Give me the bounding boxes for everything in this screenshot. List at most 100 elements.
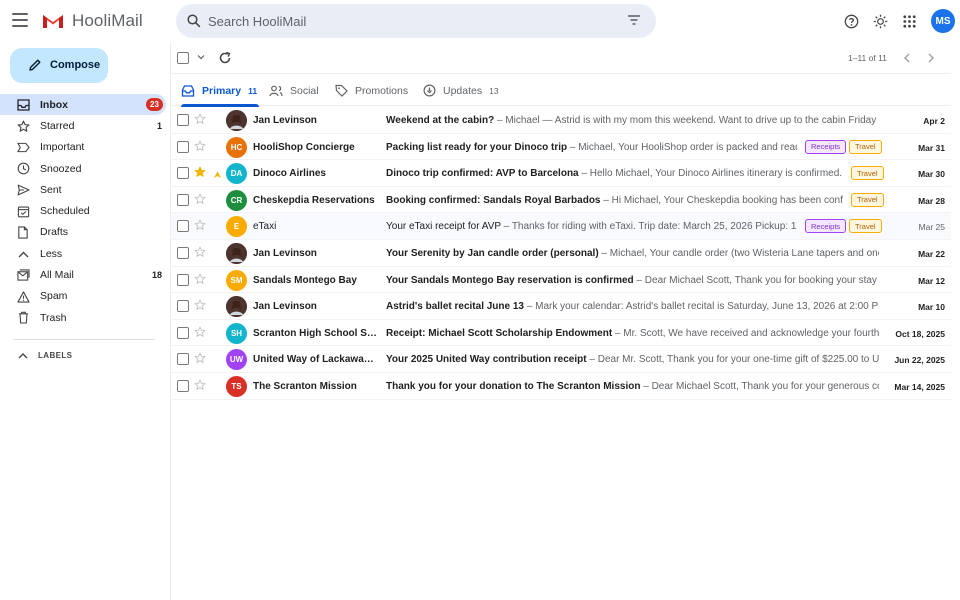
- row-checkbox[interactable]: [177, 273, 189, 286]
- email-row[interactable]: SH Scranton High School Scholarship Fund R…: [171, 320, 951, 347]
- row-checkbox[interactable]: [177, 379, 189, 392]
- email-date: Mar 25: [918, 222, 945, 233]
- row-checkbox[interactable]: [177, 193, 189, 206]
- tab-social[interactable]: Social: [269, 75, 319, 106]
- tab-promotions[interactable]: Promotions: [335, 75, 408, 106]
- row-checkbox[interactable]: [177, 246, 189, 259]
- star-icon[interactable]: [194, 113, 206, 128]
- email-snippet: Thanks for riding with eTaxi. Trip date:…: [511, 221, 797, 233]
- email-subject: Receipt: Michael Scott Scholarship Endow…: [386, 327, 613, 339]
- inbox-icon: [16, 98, 30, 112]
- settings-icon[interactable]: [870, 11, 890, 31]
- email-snippet: Michael — Astrid is with my mom this wee…: [505, 115, 879, 126]
- sidebar-item-snoozed[interactable]: Snoozed: [0, 158, 166, 179]
- email-list: Jan Levinson Weekend at the cabin? – Mich…: [171, 107, 951, 400]
- label-chip-receipts[interactable]: Receipts: [805, 139, 847, 154]
- row-checkbox[interactable]: [177, 353, 189, 366]
- email-subject: Your Sandals Montego Bay reservation is …: [386, 274, 634, 286]
- sidebar-item-label: Inbox: [40, 98, 68, 111]
- starred-icon[interactable]: [194, 166, 206, 181]
- previous-page-icon[interactable]: [903, 53, 911, 63]
- row-checkbox[interactable]: [177, 300, 189, 313]
- subject-separator: –: [567, 141, 579, 153]
- sidebar-item-inbox[interactable]: Inbox 23: [0, 94, 166, 116]
- email-row[interactable]: DA Dinoco Airlines Dinoco trip confirmed: …: [171, 160, 951, 187]
- sender-avatar: TS: [226, 375, 247, 397]
- label-chip-travel[interactable]: Travel: [851, 192, 884, 207]
- subject-separator: –: [600, 194, 612, 206]
- apps-grid-icon[interactable]: [899, 11, 919, 31]
- sidebar-item-label: Important: [40, 141, 85, 154]
- sidebar-item-label: Spam: [40, 290, 68, 303]
- app-logo[interactable]: HooliMail: [42, 11, 143, 31]
- email-date: Mar 31: [918, 142, 945, 153]
- email-row[interactable]: UW United Way of Lackawanna County Your 20…: [171, 346, 951, 373]
- sender-avatar: [226, 242, 247, 264]
- email-subject: Thank you for your donation to The Scran…: [386, 380, 641, 392]
- sidebar-item-drafts[interactable]: Drafts: [0, 222, 166, 243]
- send-icon: [16, 183, 30, 197]
- label-chip-receipts[interactable]: Receipts: [805, 219, 847, 234]
- email-row[interactable]: HC HooliShop Concierge Packing list ready …: [171, 134, 951, 161]
- next-page-icon[interactable]: [927, 53, 935, 63]
- email-row[interactable]: Jan Levinson Your Serenity by Jan candle …: [171, 240, 951, 267]
- star-icon[interactable]: [194, 219, 206, 234]
- email-date: Apr 2: [923, 116, 945, 126]
- email-row[interactable]: SM Sandals Montego Bay Your Sandals Monteg…: [171, 267, 951, 294]
- sidebar-item-starred[interactable]: Starred 1: [0, 115, 166, 136]
- row-checkbox[interactable]: [177, 140, 189, 153]
- star-icon[interactable]: [194, 352, 206, 367]
- refresh-icon[interactable]: [218, 51, 232, 65]
- email-row[interactable]: TS The Scranton Mission Thank you for your…: [171, 373, 951, 400]
- label-chip-travel[interactable]: Travel: [849, 219, 882, 234]
- tab-updates[interactable]: Updates 13: [423, 75, 499, 106]
- star-icon[interactable]: [194, 140, 206, 155]
- email-preview: Weekend at the cabin? – Michael — Astrid…: [386, 115, 879, 126]
- sidebar-item-scheduled[interactable]: Scheduled: [0, 200, 166, 221]
- email-date: Mar 12: [918, 275, 945, 286]
- star-icon[interactable]: [194, 326, 206, 341]
- sender-avatar: SH: [226, 322, 247, 344]
- select-all-checkbox[interactable]: [177, 52, 189, 64]
- scheduled-icon: [16, 204, 30, 218]
- compose-button[interactable]: Compose: [10, 48, 108, 83]
- email-preview: Dinoco trip confirmed: AVP to Barcelona …: [386, 168, 843, 179]
- help-icon[interactable]: [841, 11, 861, 31]
- sidebar-item-trash[interactable]: Trash: [0, 307, 166, 328]
- important-marker-icon[interactable]: [213, 167, 222, 182]
- sender-avatar: [226, 110, 247, 131]
- sidebar-item-less[interactable]: Less: [0, 243, 166, 264]
- row-checkbox[interactable]: [177, 220, 189, 233]
- filter-options-icon[interactable]: [628, 15, 640, 25]
- account-avatar[interactable]: MS: [931, 9, 955, 33]
- label-chip-travel[interactable]: Travel: [851, 166, 884, 181]
- sidebar-item-spam[interactable]: Spam: [0, 286, 166, 307]
- row-checkbox[interactable]: [177, 326, 189, 339]
- row-checkbox[interactable]: [177, 167, 189, 180]
- tag-icon: [335, 84, 348, 97]
- subject-separator: –: [586, 354, 598, 366]
- star-icon[interactable]: [194, 273, 206, 288]
- star-icon[interactable]: [194, 299, 206, 314]
- star-icon[interactable]: [194, 193, 206, 208]
- email-row[interactable]: EeTaxi Your eTaxi receipt for AVP – Thank…: [171, 213, 951, 240]
- email-row[interactable]: Jan Levinson Weekend at the cabin? – Mich…: [171, 107, 951, 134]
- star-icon[interactable]: [194, 379, 206, 394]
- label-chip-travel[interactable]: Travel: [849, 139, 882, 154]
- email-snippet: Hello Michael, Your Dinoco Airlines itin…: [589, 168, 843, 180]
- search-icon[interactable]: [187, 14, 201, 28]
- search-input[interactable]: [208, 12, 588, 30]
- select-options-chevron-icon[interactable]: [197, 54, 205, 60]
- search-bar[interactable]: [176, 4, 656, 38]
- email-row[interactable]: Jan Levinson Astrid's ballet recital June…: [171, 293, 951, 320]
- sidebar-item-sent[interactable]: Sent: [0, 179, 166, 200]
- star-icon[interactable]: [194, 246, 206, 261]
- email-row[interactable]: CR Cheskepdia Reservations Booking confirm…: [171, 187, 951, 214]
- main-menu-icon[interactable]: [12, 13, 28, 27]
- sidebar-item-important[interactable]: Important: [0, 137, 166, 158]
- row-checkbox[interactable]: [177, 114, 189, 126]
- sidebar-item-all-mail[interactable]: All Mail 18: [0, 264, 166, 285]
- labels-section-header[interactable]: LABELS: [18, 351, 72, 360]
- mail-logo-icon: [43, 15, 63, 28]
- tab-primary[interactable]: Primary 11: [181, 75, 259, 107]
